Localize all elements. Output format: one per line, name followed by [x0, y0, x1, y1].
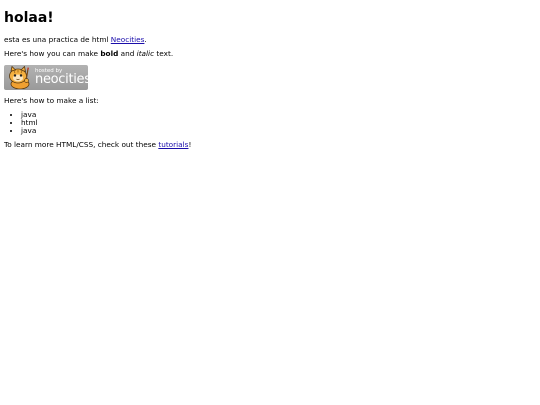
- outro-text: To learn more HTML/CSS, check out these: [4, 140, 159, 150]
- list-item: html: [21, 119, 536, 127]
- list-intro: Here's how to make a list:: [4, 95, 99, 105]
- page-content: holaa! esta es una practica de html Neoc…: [0, 0, 540, 150]
- formatting-paragraph: Here's how you can make bold and italic …: [4, 50, 536, 58]
- badge-big-text: neocities: [35, 71, 88, 87]
- list-item: java: [21, 127, 536, 135]
- intro-text-end: .: [144, 35, 147, 44]
- tutorials-link[interactable]: tutorials: [158, 140, 188, 149]
- badge-wrapper: hosted by neocities: [4, 64, 536, 90]
- neocities-cat-icon: [9, 65, 30, 89]
- neocities-link[interactable]: Neocities: [111, 35, 145, 44]
- formatting-and: and: [118, 49, 137, 59]
- intro-text: esta es una practica de html: [4, 35, 111, 44]
- hosted-by-neocities-badge[interactable]: hosted by neocities: [4, 64, 88, 90]
- formatting-text-end: text.: [154, 49, 174, 59]
- bold-text: bold: [100, 49, 119, 59]
- outro-text-end: !: [188, 140, 192, 150]
- outro-paragraph: To learn more HTML/CSS, check out these …: [4, 140, 536, 150]
- intro-paragraph: esta es una practica de html Neocities.: [4, 35, 536, 44]
- formatting-text: Here's how you can make: [4, 49, 101, 59]
- example-list: java html java: [4, 111, 536, 135]
- page-title: holaa!: [4, 10, 54, 26]
- italic-text: italic: [136, 49, 155, 59]
- list-item: java: [21, 111, 536, 119]
